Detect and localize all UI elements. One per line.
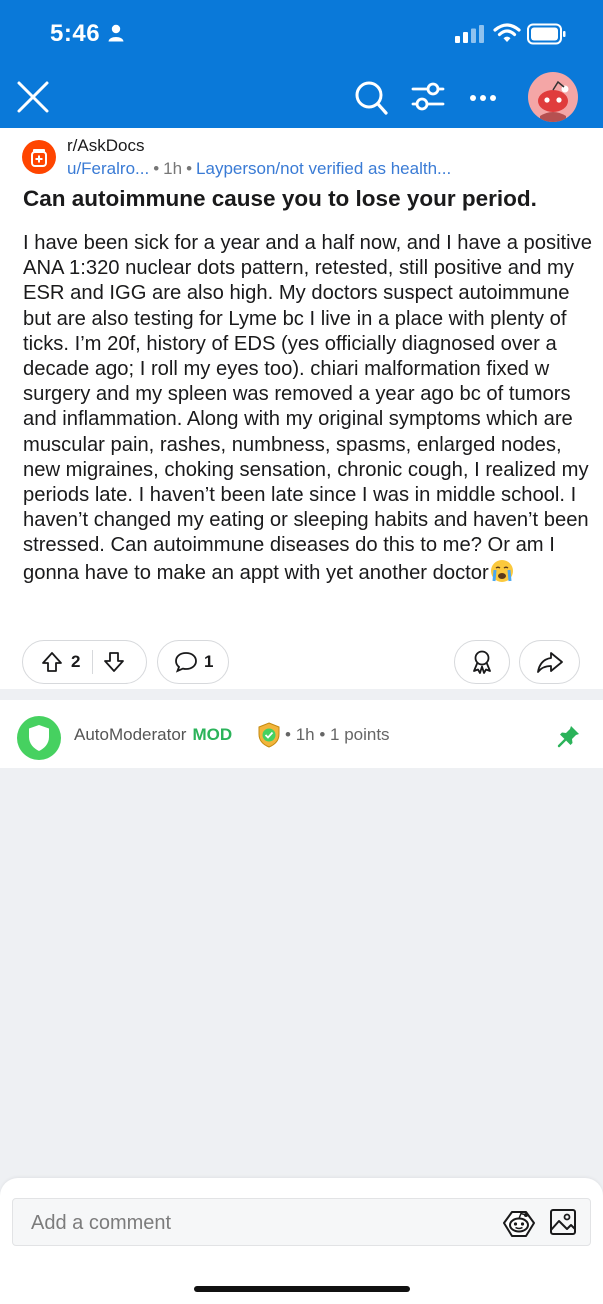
crying-face-icon bbox=[490, 559, 513, 582]
status-time: 5:46 bbox=[50, 20, 101, 47]
vote-controls: 2 bbox=[22, 640, 147, 684]
subreddit-icon[interactable] bbox=[22, 140, 56, 174]
close-icon[interactable] bbox=[16, 80, 50, 114]
cellular-signal-icon bbox=[455, 25, 484, 43]
post-author[interactable]: u/Feralro... bbox=[67, 159, 149, 178]
comment-author[interactable]: AutoModerator bbox=[74, 725, 186, 744]
share-icon bbox=[536, 652, 563, 673]
app-header: 5:46 bbox=[0, 0, 603, 128]
more-horizontal-icon[interactable] bbox=[465, 84, 501, 112]
comment-item[interactable]: AutoModerator MOD • 1h • 1 points bbox=[0, 700, 603, 768]
post-body-text: I have been sick for a year and a half n… bbox=[23, 232, 592, 584]
comment-count: 1 bbox=[204, 652, 214, 671]
comment-bubble-icon bbox=[175, 652, 197, 673]
vote-count: 2 bbox=[71, 652, 81, 671]
pin-icon bbox=[557, 726, 579, 748]
downvote-icon[interactable] bbox=[103, 651, 125, 673]
battery-icon bbox=[527, 23, 566, 45]
comments-button[interactable]: 1 bbox=[157, 640, 229, 684]
post-body: I have been sick for a year and a half n… bbox=[23, 231, 595, 586]
post-card: r/AskDocs u/Feralro... • 1h • Layperson/not … bbox=[0, 128, 603, 689]
comment-author-line: AutoModerator MOD bbox=[74, 725, 232, 745]
award-button[interactable] bbox=[454, 640, 510, 684]
user-flair[interactable]: Layperson/not verified as health... bbox=[196, 159, 451, 178]
comment-placeholder: Add a comment bbox=[31, 1212, 172, 1234]
post-meta: u/Feralro... • 1h • Layperson/not verified a… bbox=[67, 159, 452, 178]
search-icon[interactable] bbox=[354, 80, 388, 116]
sliders-icon[interactable] bbox=[411, 80, 445, 114]
comment-points: 1 points bbox=[330, 725, 390, 744]
comment-meta: • 1h • 1 points bbox=[285, 725, 390, 744]
snoo-avatar-icon[interactable] bbox=[528, 72, 578, 122]
post-title: Can autoimmune cause you to lose your pe… bbox=[23, 186, 537, 211]
upvote-icon[interactable] bbox=[41, 651, 63, 673]
mod-badge: MOD bbox=[192, 725, 233, 744]
person-icon bbox=[108, 24, 124, 42]
snoo-emoji-icon[interactable] bbox=[500, 1206, 538, 1240]
mod-shield-icon bbox=[258, 722, 280, 748]
post-age: 1h bbox=[163, 159, 183, 178]
vote-divider bbox=[92, 650, 94, 674]
comment-age: 1h bbox=[295, 725, 315, 744]
automoderator-avatar[interactable] bbox=[17, 716, 61, 760]
home-indicator bbox=[194, 1286, 410, 1292]
subreddit-name[interactable]: r/AskDocs bbox=[67, 136, 144, 156]
wifi-icon bbox=[493, 23, 521, 42]
award-icon bbox=[473, 650, 491, 674]
image-icon[interactable] bbox=[549, 1208, 577, 1236]
share-button[interactable] bbox=[519, 640, 580, 684]
